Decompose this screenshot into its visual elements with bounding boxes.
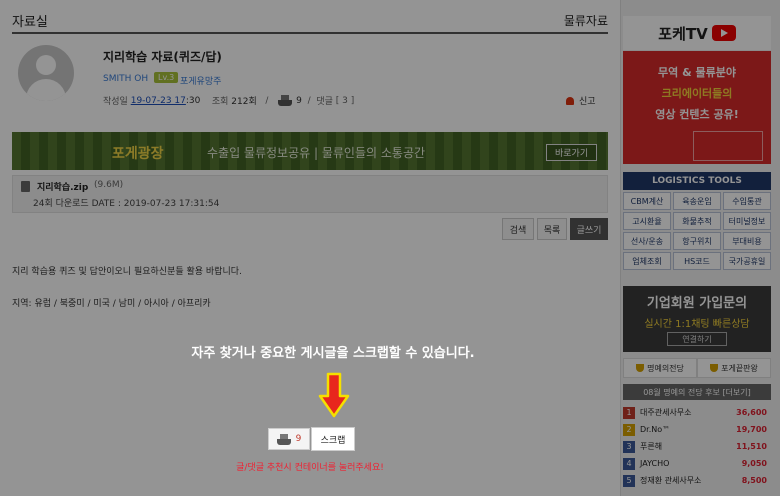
tutorial-overlay[interactable] — [0, 0, 780, 496]
container-ship-icon — [276, 433, 291, 445]
recommend-message: 글/댓글 추천시 컨테이너를 눌러주세요! — [236, 463, 384, 473]
scrap-button[interactable]: 스크랩 — [312, 428, 354, 450]
tutorial-tip: 자주 찾거나 중요한 게시글을 스크랩할 수 있습니다. — [191, 346, 475, 361]
recommend-container-button[interactable]: 9 — [268, 428, 310, 450]
arrow-down-icon — [318, 372, 350, 418]
recommend-count: 9 — [295, 434, 302, 444]
